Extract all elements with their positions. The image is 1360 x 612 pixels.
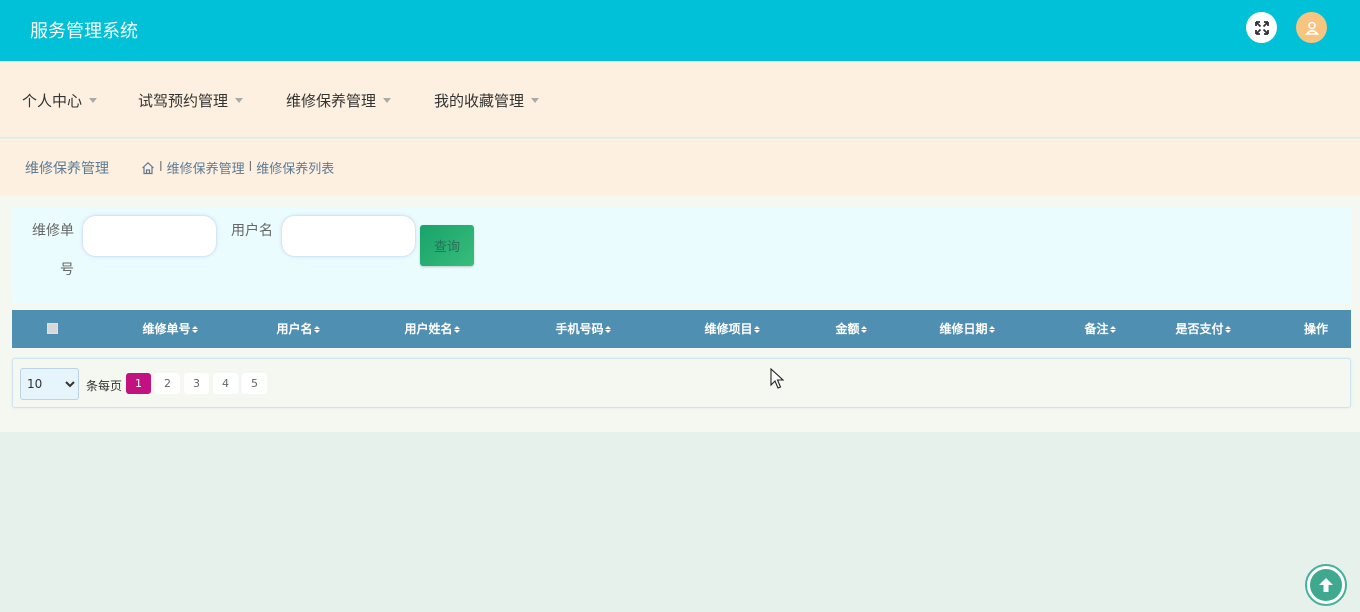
column-header-user-fullname[interactable]: 用户姓名 — [396, 310, 468, 348]
nav-item-personal-center[interactable]: 个人中心 — [22, 90, 98, 111]
column-header-phone[interactable]: 手机号码 — [546, 310, 620, 348]
home-icon[interactable] — [141, 161, 155, 175]
search-form: 维修单号 用户名 查询 — [12, 207, 1352, 303]
sort-icon — [753, 325, 760, 333]
page-button-3[interactable]: 3 — [184, 373, 209, 394]
breadcrumb-item-list: 维修保养列表 — [256, 162, 335, 177]
caret-down-icon — [235, 98, 244, 103]
caret-down-icon — [89, 98, 98, 103]
column-header-actions: 操作 — [1296, 310, 1336, 348]
page-button-5[interactable]: 5 — [242, 373, 267, 394]
nav-item-label: 我的收藏管理 — [434, 92, 525, 110]
top-bar: 服务管理系统 — [0, 0, 1360, 61]
app-title: 服务管理系统 — [30, 21, 138, 42]
sort-icon — [1224, 325, 1231, 333]
column-label: 备注 — [1084, 322, 1109, 336]
column-label: 用户名 — [276, 322, 313, 336]
column-label: 是否支付 — [1175, 322, 1224, 336]
pagination: 10 条每页 1 2 3 4 5 — [12, 358, 1351, 408]
page-button-1[interactable]: 1 — [126, 373, 151, 394]
column-header-paid[interactable]: 是否支付 — [1166, 310, 1240, 348]
page-title: 维修保养管理 — [25, 161, 109, 177]
sort-icon — [604, 325, 611, 333]
breadcrumb-bar: 维修保养管理 l 维修保养管理 l 维修保养列表 — [0, 139, 1360, 196]
nav-item-favorites[interactable]: 我的收藏管理 — [434, 90, 540, 111]
column-label: 手机号码 — [555, 322, 604, 336]
column-header-repair-item[interactable]: 维修项目 — [696, 310, 768, 348]
repair-number-input[interactable] — [82, 215, 217, 257]
breadcrumb-separator: l — [248, 160, 253, 175]
page-button-2[interactable]: 2 — [155, 373, 180, 394]
nav-item-maintenance[interactable]: 维修保养管理 — [286, 90, 392, 111]
username-input[interactable] — [281, 215, 416, 257]
sort-icon — [191, 325, 198, 333]
username-label: 用户名 — [231, 223, 273, 239]
nav-item-label: 试驾预约管理 — [138, 92, 229, 110]
sort-icon — [313, 325, 320, 333]
column-header-repair-number[interactable]: 维修单号 — [128, 310, 212, 348]
page-size-select[interactable]: 10 — [20, 368, 79, 400]
per-page-label: 条每页 — [86, 379, 123, 393]
sort-icon — [860, 325, 867, 333]
breadcrumb-separator: l — [159, 160, 163, 175]
select-all-checkbox[interactable] — [47, 323, 58, 334]
column-label: 维修日期 — [939, 322, 988, 336]
column-header-remark[interactable]: 备注 — [1076, 310, 1124, 348]
arrow-up-icon — [1319, 578, 1333, 592]
mouse-cursor-icon — [770, 368, 784, 389]
caret-down-icon — [383, 98, 392, 103]
column-label: 操作 — [1303, 322, 1328, 336]
table-header: 维修单号 用户名 用户姓名 手机号码 维修项目 金额 维修日期 备注 是否支付 … — [12, 310, 1351, 348]
sort-icon — [1109, 325, 1116, 333]
main-nav: 个人中心 试驾预约管理 维修保养管理 我的收藏管理 — [0, 61, 1360, 138]
breadcrumb: l 维修保养管理 l 维修保养列表 — [141, 158, 334, 177]
sort-icon — [453, 325, 460, 333]
column-header-amount[interactable]: 金额 — [826, 310, 876, 348]
fullscreen-button[interactable] — [1246, 12, 1277, 43]
column-label: 维修项目 — [704, 322, 753, 336]
breadcrumb-item-maintenance[interactable]: 维修保养管理 — [167, 158, 245, 177]
expand-arrows-icon — [1254, 20, 1269, 35]
user-icon — [1304, 21, 1319, 35]
repair-number-label: 维修单号 — [32, 223, 74, 278]
column-header-repair-date[interactable]: 维修日期 — [930, 310, 1004, 348]
caret-down-icon — [531, 98, 540, 103]
column-label: 维修单号 — [142, 322, 191, 336]
nav-item-label: 维修保养管理 — [286, 92, 377, 110]
nav-item-test-drive[interactable]: 试驾预约管理 — [138, 90, 244, 111]
column-label: 金额 — [835, 322, 860, 336]
page-button-4[interactable]: 4 — [213, 373, 238, 394]
query-button[interactable]: 查询 — [420, 225, 474, 266]
column-label: 用户姓名 — [404, 322, 453, 336]
content-panel: 维修单号 用户名 查询 维修单号 用户名 用户姓名 手机号码 维修项目 金额 维… — [0, 196, 1360, 432]
column-header-username[interactable]: 用户名 — [268, 310, 328, 348]
user-avatar-button[interactable] — [1296, 12, 1327, 43]
sort-icon — [988, 325, 995, 333]
nav-item-label: 个人中心 — [22, 92, 83, 110]
back-to-top-button[interactable] — [1305, 564, 1347, 606]
